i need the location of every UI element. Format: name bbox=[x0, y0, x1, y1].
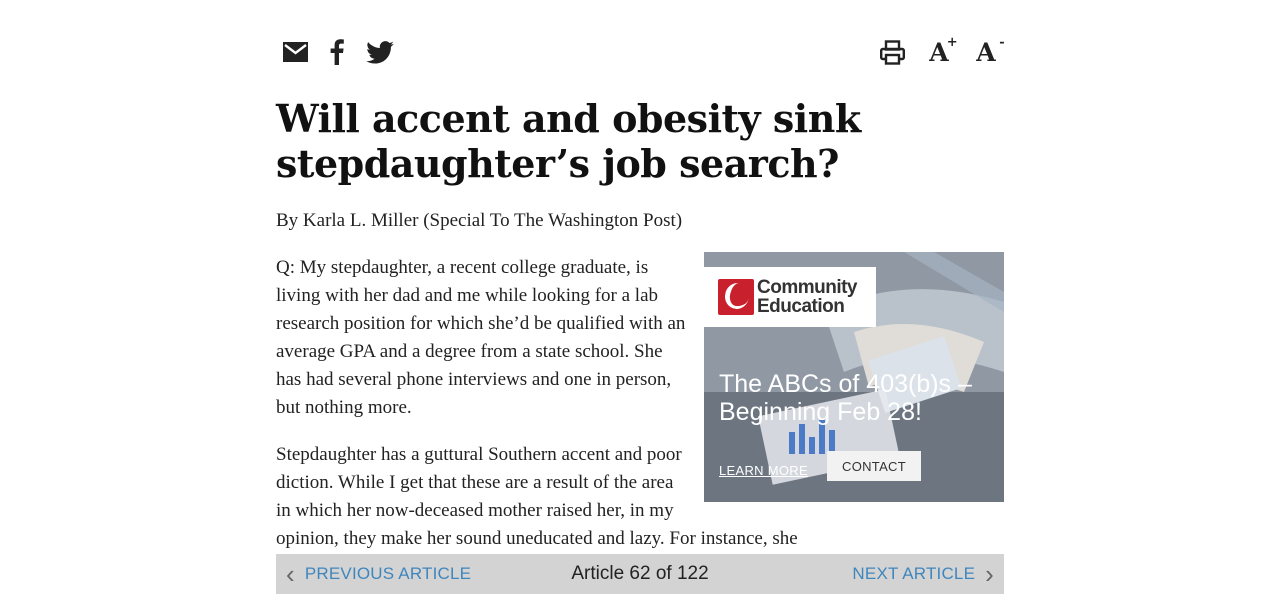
ad-contact-button[interactable]: CONTACT bbox=[827, 451, 921, 481]
font-increase-icon: A bbox=[929, 37, 949, 67]
advertisement[interactable]: Community Education The ABCs of 403(b)s … bbox=[704, 252, 1004, 502]
ad-logo: Community Education bbox=[704, 267, 876, 327]
facebook-icon[interactable] bbox=[328, 34, 346, 70]
community-education-logo-icon bbox=[718, 279, 754, 315]
next-article-label: NEXT ARTICLE bbox=[852, 564, 976, 583]
article-navigation-bar: Article 62 of 122 ‹ PREVIOUS ARTICLE NEX… bbox=[276, 554, 1004, 594]
ad-logo-line2: Education bbox=[757, 296, 845, 317]
twitter-icon[interactable] bbox=[365, 34, 395, 70]
previous-article-label: PREVIOUS ARTICLE bbox=[304, 564, 472, 583]
font-increase-button[interactable]: A + bbox=[924, 34, 957, 70]
ad-learn-more-link[interactable]: LEARN MORE bbox=[719, 457, 808, 485]
article-toolbar: A + A- bbox=[276, 34, 1005, 70]
previous-article-link[interactable]: ‹ PREVIOUS ARTICLE bbox=[286, 554, 471, 594]
email-icon[interactable] bbox=[282, 34, 308, 70]
font-decrease-icon: A bbox=[976, 37, 996, 67]
font-decrease-button[interactable]: A- bbox=[971, 34, 1004, 70]
print-icon[interactable] bbox=[879, 34, 905, 70]
chevron-right-icon: › bbox=[985, 559, 994, 589]
ad-logo-line1: Community bbox=[757, 277, 858, 298]
article-byline: By Karla L. Miller (Special To The Washi… bbox=[276, 210, 683, 231]
chevron-left-icon: ‹ bbox=[286, 559, 295, 589]
ad-headline: The ABCs of 403(b)s – Beginning Feb 28! bbox=[719, 370, 972, 426]
article-body: Community Education The ABCs of 403(b)s … bbox=[276, 252, 1004, 572]
article-headline: Will accent and obesity sink stepdaughte… bbox=[276, 96, 861, 186]
next-article-link[interactable]: NEXT ARTICLE › bbox=[852, 554, 994, 594]
